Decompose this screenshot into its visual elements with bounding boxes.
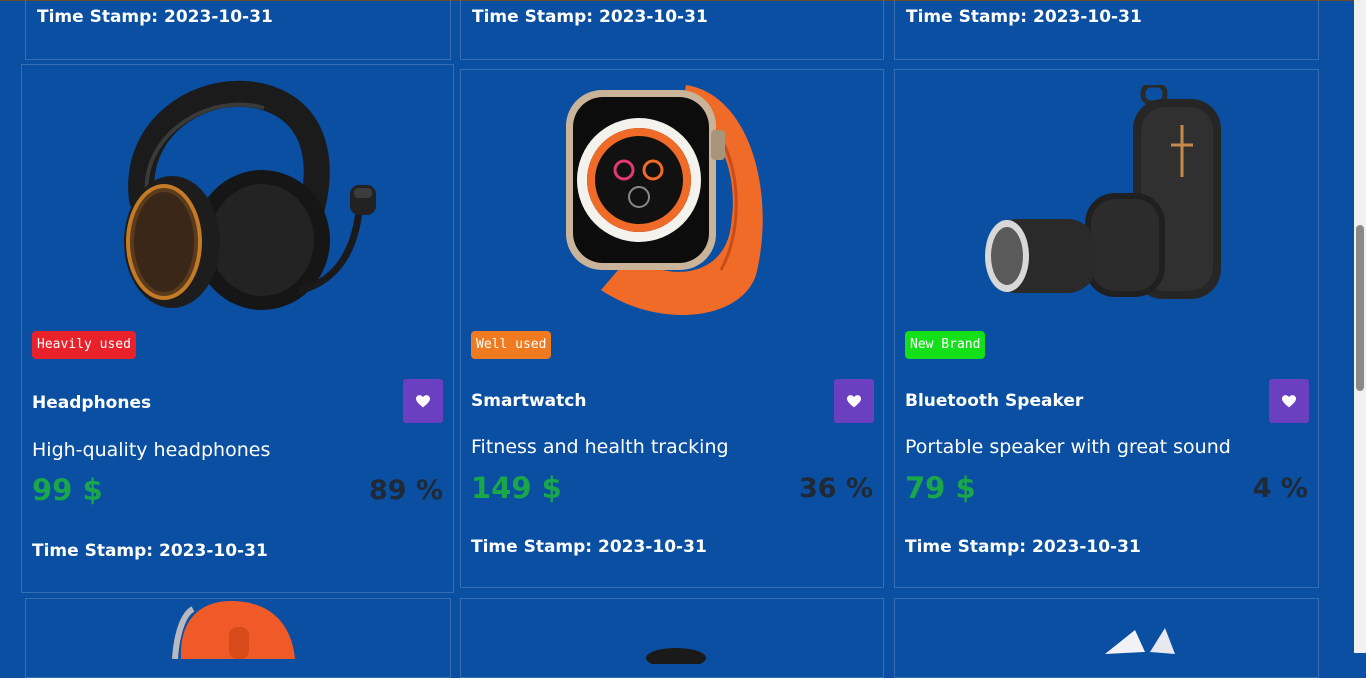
scrollbar-thumb[interactable] bbox=[1356, 225, 1364, 391]
product-percent: 4 % bbox=[1252, 473, 1308, 504]
timestamp: Time Stamp: 2023-10-31 bbox=[472, 7, 708, 27]
product-card-top-2[interactable]: Time Stamp: 2023-10-31 bbox=[460, 0, 884, 60]
product-card-top-1[interactable]: Time Stamp: 2023-10-31 bbox=[25, 0, 451, 60]
timestamp: Time Stamp: 2023-10-31 bbox=[906, 7, 1142, 27]
product-title: Headphones bbox=[32, 393, 152, 413]
headphones-image bbox=[102, 80, 382, 315]
favorite-button[interactable] bbox=[1269, 379, 1309, 423]
product-title: Smartwatch bbox=[471, 391, 587, 411]
product-image bbox=[1095, 624, 1195, 664]
condition-badge: Heavily used bbox=[32, 331, 136, 359]
vertical-scrollbar[interactable] bbox=[1354, 0, 1366, 653]
product-description: Fitness and health tracking bbox=[471, 436, 729, 458]
heart-icon bbox=[847, 394, 861, 407]
smartwatch-image bbox=[561, 75, 786, 330]
heart-icon bbox=[416, 394, 430, 407]
product-description: Portable speaker with great sound bbox=[905, 436, 1231, 458]
product-description: High-quality headphones bbox=[32, 439, 271, 461]
product-title: Bluetooth Speaker bbox=[905, 391, 1084, 411]
product-card-bottom-1[interactable] bbox=[25, 598, 451, 678]
product-card-bottom-3[interactable] bbox=[894, 598, 1319, 678]
product-price: 79 $ bbox=[905, 471, 976, 505]
heart-icon bbox=[1282, 394, 1296, 407]
timestamp: Time Stamp: 2023-10-31 bbox=[32, 541, 268, 561]
timestamp: Time Stamp: 2023-10-31 bbox=[471, 537, 707, 557]
product-percent: 89 % bbox=[368, 475, 443, 506]
product-card-bluetooth-speaker[interactable]: New Brand Bluetooth Speaker Portable spe… bbox=[894, 69, 1319, 588]
favorite-button[interactable] bbox=[403, 379, 443, 423]
product-card-smartwatch[interactable]: Well used Smartwatch Fitness and health … bbox=[460, 69, 884, 588]
product-card-bottom-2[interactable] bbox=[460, 598, 884, 678]
condition-badge: Well used bbox=[471, 331, 552, 359]
condition-badge: New Brand bbox=[905, 331, 986, 359]
product-percent: 36 % bbox=[798, 473, 873, 504]
timestamp: Time Stamp: 2023-10-31 bbox=[905, 537, 1141, 557]
product-price: 99 $ bbox=[32, 473, 103, 507]
timestamp: Time Stamp: 2023-10-31 bbox=[37, 7, 273, 27]
product-image bbox=[641, 644, 711, 668]
product-card-top-3[interactable]: Time Stamp: 2023-10-31 bbox=[894, 0, 1319, 60]
product-price: 149 $ bbox=[471, 471, 562, 505]
bluetooth-speaker-image bbox=[983, 82, 1233, 305]
computer-mouse-image bbox=[171, 599, 301, 660]
product-card-headphones[interactable]: Heavily used Headphones High-quality hea… bbox=[21, 64, 454, 593]
favorite-button[interactable] bbox=[834, 379, 874, 423]
